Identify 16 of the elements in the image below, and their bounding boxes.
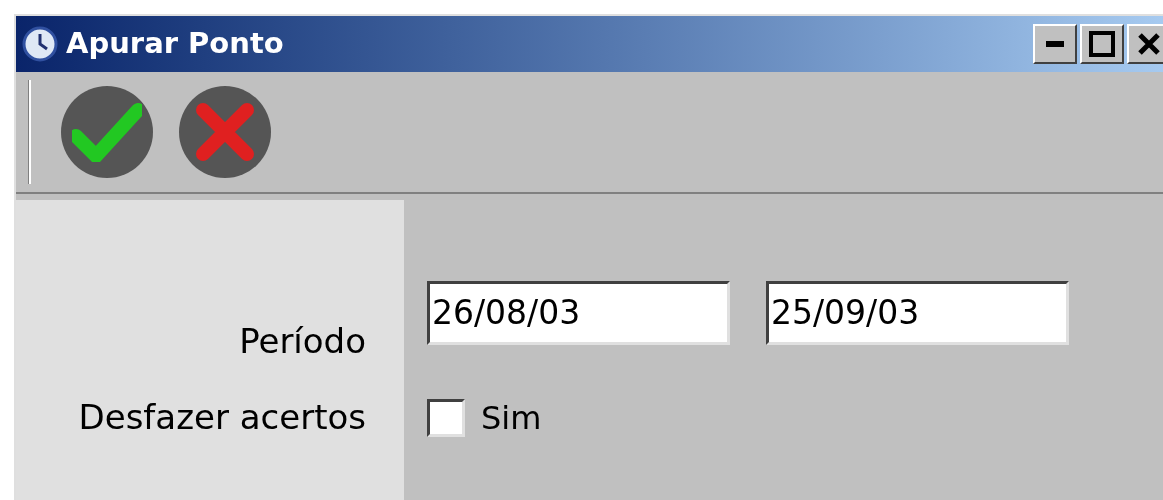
close-icon bbox=[1137, 32, 1161, 56]
field-label: Desfazer acertos bbox=[77, 396, 367, 439]
checkbox[interactable] bbox=[427, 398, 465, 437]
minimize-icon bbox=[1046, 41, 1064, 47]
clock-icon bbox=[22, 26, 58, 62]
minimize-button[interactable] bbox=[1033, 24, 1077, 64]
cross-icon bbox=[195, 102, 255, 162]
maximize-icon bbox=[1089, 31, 1115, 57]
checkbox-label: Sim bbox=[481, 397, 542, 439]
window-title: Apurar Ponto bbox=[66, 25, 285, 63]
checkmark-icon bbox=[72, 102, 142, 162]
date-field[interactable]: 26/08/03 bbox=[427, 280, 730, 345]
close-button[interactable] bbox=[1127, 24, 1163, 64]
date-field[interactable]: 25/09/03 bbox=[766, 280, 1069, 345]
maximize-button[interactable] bbox=[1080, 24, 1124, 64]
field-label: Período bbox=[238, 320, 367, 363]
